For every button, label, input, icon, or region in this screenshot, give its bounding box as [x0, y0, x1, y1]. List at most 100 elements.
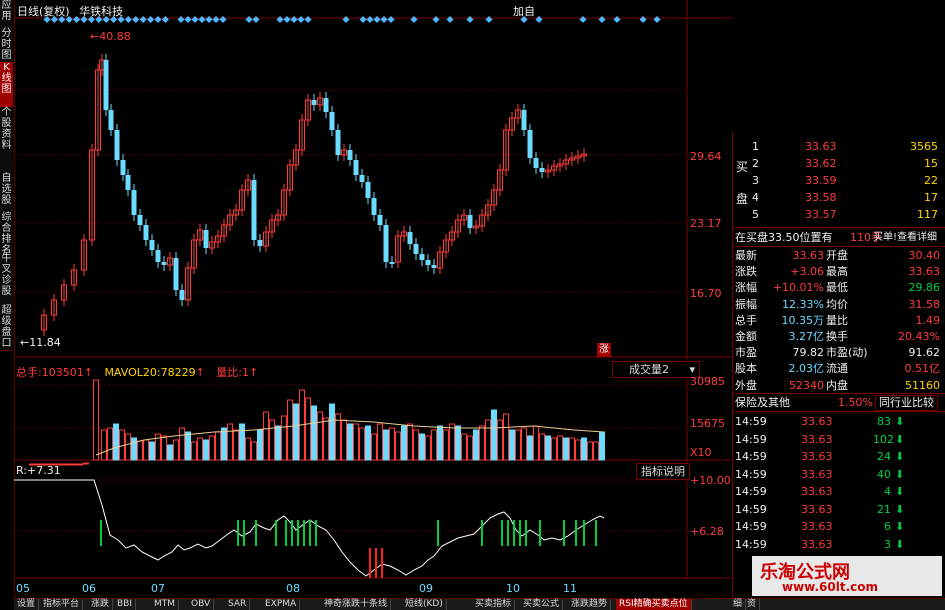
- quote-value: 91.62: [908, 346, 941, 360]
- quote-label: 开盘: [826, 249, 848, 262]
- indicator-tab[interactable]: OBV: [188, 599, 215, 610]
- candle-body: [161, 262, 167, 265]
- order-detail-link[interactable]: 买单!查看详细: [873, 229, 937, 246]
- quote-value: 1.49: [915, 313, 941, 327]
- signal-marker: [147, 15, 155, 24]
- left-nav-item[interactable]: 综合排名: [0, 212, 13, 256]
- trade-price: 33.63: [801, 537, 833, 551]
- left-nav-item[interactable]: K线图: [0, 62, 13, 108]
- panel-switch-tab[interactable]: 资: [744, 599, 761, 610]
- candle-body: [353, 160, 359, 175]
- volume-bar: [65, 463, 71, 466]
- order-book-row[interactable]: 5 33.57 117: [733, 206, 945, 223]
- volume-bar: [407, 423, 413, 461]
- indicator-tab[interactable]: SAR: [225, 599, 251, 610]
- trade-time: 14:59: [735, 450, 767, 463]
- volume-bar: [161, 435, 167, 461]
- signal-marker: [117, 15, 125, 24]
- volume-bar: [287, 399, 293, 461]
- level-volume: 3565: [910, 140, 938, 153]
- left-nav-item[interactable]: 分时图: [0, 28, 13, 63]
- signal-marker: [297, 15, 305, 24]
- arrow-down-icon: ⬇: [895, 467, 905, 481]
- candle-body: [383, 225, 389, 262]
- volume-bar: [485, 419, 491, 461]
- candle-body: [108, 110, 114, 130]
- left-nav-item[interactable]: 牛叉诊股: [0, 253, 13, 306]
- indicator-tab[interactable]: 涨跌趋势: [568, 599, 612, 610]
- indicator-tab[interactable]: 涨跌: [88, 599, 114, 610]
- candle-body: [413, 244, 419, 254]
- volume-bar: [257, 429, 263, 461]
- order-book-row[interactable]: 1 33.63 3565: [733, 138, 945, 155]
- trade-volume: 102: [873, 432, 894, 446]
- order-book-row[interactable]: 4 33.58 17: [733, 189, 945, 206]
- quote-value: 2.03亿: [788, 362, 825, 376]
- order-book-row[interactable]: 2 33.62 15: [733, 155, 945, 172]
- quote-value: 33.63: [792, 249, 825, 262]
- trade-volume: 4: [884, 485, 891, 498]
- candle-body: [173, 258, 179, 290]
- volume-bar: [383, 429, 389, 461]
- indicator-tab[interactable]: MTM: [151, 599, 180, 610]
- indicator-tab-bar: 设置 指标平台 涨跌 BBI MTM OBV SAR EXPMA 神奇涨跌十条线 短线(KD) 买卖…: [14, 598, 945, 610]
- quote-value: 33.63: [908, 265, 941, 279]
- quote-value: 29.86: [908, 281, 941, 295]
- level-volume: 17: [924, 191, 938, 204]
- signal-marker: [598, 15, 606, 24]
- watermark-url: www.60lt.com: [782, 580, 879, 594]
- industry-compare-button[interactable]: 同行业比较: [875, 395, 938, 411]
- left-nav-item[interactable]: 个股资料: [0, 107, 13, 174]
- trade-time: 14:59: [735, 520, 767, 533]
- order-book-row[interactable]: 3 33.59 22: [733, 172, 945, 189]
- quote-label: 振幅: [735, 297, 757, 311]
- trade-row: 14:59 33.63 40 ⬇: [733, 466, 945, 483]
- quote-value: 3.27亿: [788, 330, 825, 343]
- quote-label: 换手: [826, 330, 848, 343]
- indicator-tick-2: +6.28: [690, 525, 724, 538]
- volume-bar: [527, 435, 533, 461]
- signal-marker: [283, 15, 291, 24]
- signal-marker: [290, 15, 298, 24]
- left-nav-item[interactable]: 应用: [0, 0, 13, 29]
- chart-canvas: [14, 0, 732, 579]
- volume-bar: [473, 429, 479, 461]
- candle-body: [323, 98, 329, 112]
- signal-marker: [535, 15, 543, 24]
- volume-bar: [251, 441, 257, 461]
- indicator-tab[interactable]: 指标平台: [40, 599, 84, 610]
- candle-body: [521, 110, 527, 130]
- candle-body: [143, 225, 149, 240]
- candle-body: [371, 198, 377, 215]
- signal-marker: [579, 15, 587, 24]
- indicator-tab[interactable]: 神奇涨跌十条线: [321, 599, 392, 610]
- volume-bar: [221, 427, 227, 461]
- volume-indicator-dropdown[interactable]: 成交量2 ▾: [612, 361, 700, 378]
- indicator-tab[interactable]: RSI精确买卖点位: [616, 599, 692, 610]
- indicator-tab[interactable]: BBI: [114, 599, 137, 610]
- left-nav-item[interactable]: 超级盘口: [0, 305, 13, 351]
- industry-name: 保险及其他: [735, 396, 790, 409]
- quote-label: 涨幅: [735, 281, 757, 295]
- quote-value: +3.06: [790, 265, 824, 279]
- quote-label: 流通: [826, 362, 848, 376]
- indicator-tab[interactable]: 设置: [14, 599, 40, 610]
- volume-bar: [203, 439, 209, 461]
- indicator-tab[interactable]: 短线(KD): [402, 599, 447, 610]
- quote-panel: 买 盘 1 33.63 3565 2 33.62 15 3 33.59 22 4 33…: [732, 132, 945, 600]
- level-label: 4: [752, 191, 759, 204]
- indicator-tab[interactable]: EXPMA: [262, 599, 301, 610]
- signal-marker: [245, 15, 253, 24]
- volume-bar: [389, 427, 395, 461]
- indicator-help-button[interactable]: 指标说明: [636, 463, 690, 480]
- indicator-tab[interactable]: 买卖公式: [520, 599, 564, 610]
- volume-bar: [281, 415, 287, 461]
- volume-bar: [305, 397, 311, 461]
- indicator-tab[interactable]: 买卖指标: [472, 599, 516, 610]
- quote-value: +10.01%: [772, 281, 824, 295]
- left-nav-item[interactable]: 自选股: [0, 173, 13, 213]
- trade-row: 14:59 33.63 4 ⬇: [733, 483, 945, 500]
- volume-bar: [557, 435, 563, 461]
- arrow-down-icon: ⬇: [895, 450, 905, 463]
- quote-row: 市盈 79.82 市盈(动) 91.62: [733, 344, 945, 361]
